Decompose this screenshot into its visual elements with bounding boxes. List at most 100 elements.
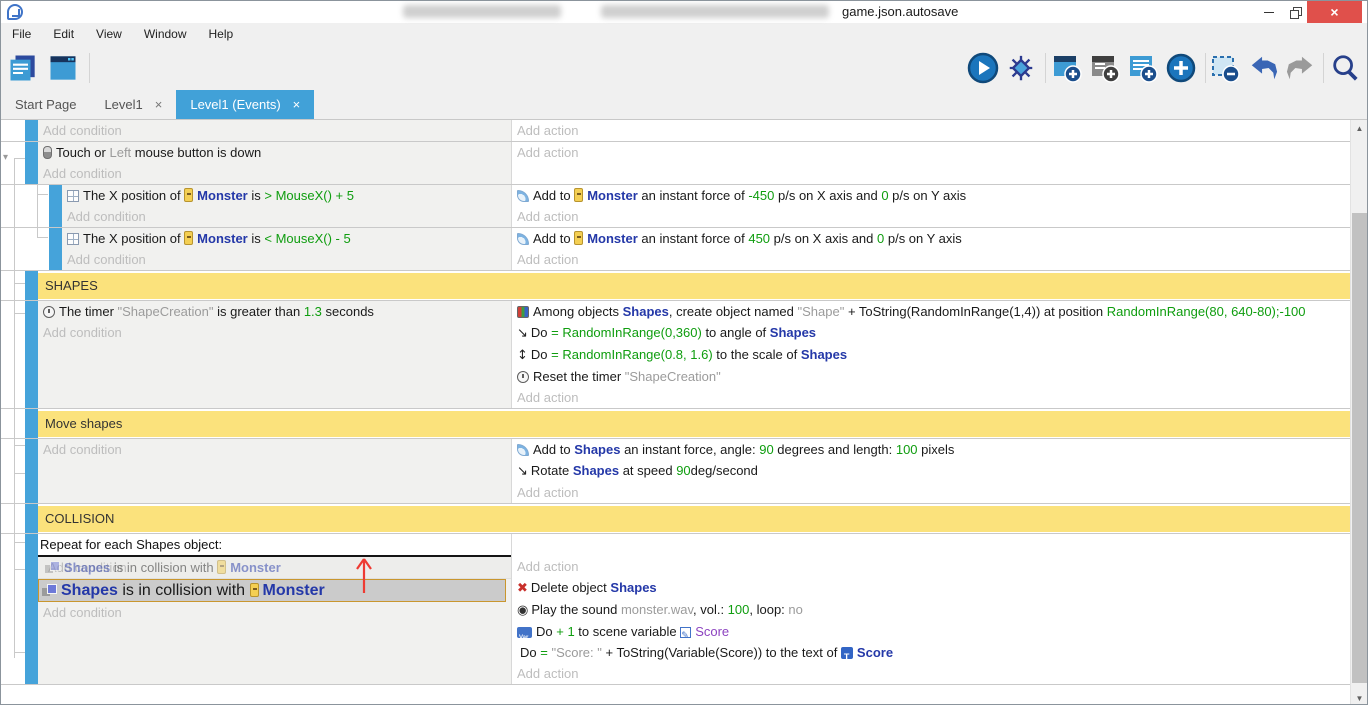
add-placeholder[interactable]: Add action: [512, 387, 1352, 408]
event-line[interactable]: ◉Play the sound monster.wav, vol.: 100, …: [512, 599, 1352, 621]
collapse-arrow-icon[interactable]: ▾: [3, 152, 8, 163]
add-placeholder[interactable]: Add action: [512, 120, 1352, 141]
event-line[interactable]: Do = "Score: " + ToString(Variable(Score…: [512, 642, 1352, 663]
event-selector-bar[interactable]: [25, 271, 38, 300]
minimize-button[interactable]: [1254, 1, 1284, 23]
event-text: p/s on Y axis: [889, 188, 967, 203]
event-line[interactable]: The X position of Monster is < MouseX() …: [62, 228, 511, 249]
start-page-window-icon[interactable]: [47, 52, 79, 84]
add-placeholder[interactable]: Add action: [512, 206, 1352, 227]
event-gutter: [1, 534, 25, 684]
add-placeholder[interactable]: Add condition: [38, 602, 511, 623]
add-other-event-icon[interactable]: [1165, 52, 1197, 84]
event-text: Touch or: [56, 145, 109, 160]
event-selector-bar[interactable]: [49, 185, 62, 227]
add-placeholder[interactable]: Add condition: [62, 206, 511, 227]
event-selector-bar[interactable]: [25, 504, 38, 533]
play-icon[interactable]: [967, 52, 999, 84]
event-line[interactable]: Touch or Left mouse button is down: [38, 142, 511, 163]
menu-view[interactable]: View: [85, 27, 133, 41]
conditions-cell: The X position of Monster is < MouseX() …: [62, 228, 512, 270]
close-button[interactable]: ×: [1307, 1, 1362, 23]
add-sub-event-icon[interactable]: [1089, 52, 1121, 84]
maximize-button[interactable]: [1284, 1, 1308, 23]
event-text: is greater than: [213, 304, 303, 319]
actions-cell: Add to Shapes an instant force, angle: 9…: [512, 439, 1352, 503]
event-line[interactable]: Add to Monster an instant force of 450 p…: [512, 228, 1352, 249]
add-placeholder[interactable]: Add condition: [38, 439, 511, 460]
tab-level1-events[interactable]: Level1 (Events) ×: [176, 90, 314, 119]
redo-icon[interactable]: [1285, 52, 1317, 84]
vertical-scrollbar[interactable]: ▲ ▼: [1350, 120, 1367, 705]
event-line[interactable]: The timer "ShapeCreation" is greater tha…: [38, 301, 511, 322]
event-line[interactable]: Among objects Shapes, create object name…: [512, 301, 1352, 322]
comment-label[interactable]: SHAPES: [38, 271, 1352, 300]
add-placeholder[interactable]: Add condition: [38, 322, 511, 343]
event-selector-bar[interactable]: [49, 228, 62, 270]
comment-label[interactable]: Move shapes: [38, 409, 1352, 438]
menu-window[interactable]: Window: [133, 27, 198, 41]
event-line[interactable]: ↕Do = RandomInRange(0.8, 1.6) to the sca…: [512, 344, 1352, 366]
menu-help[interactable]: Help: [198, 27, 245, 41]
add-placeholder[interactable]: Add action: [512, 142, 1352, 163]
event-row: The timer "ShapeCreation" is greater tha…: [1, 301, 1352, 409]
event-text: "ShapeCreation": [118, 304, 214, 319]
event-text: is in collision with: [110, 560, 217, 575]
event-line[interactable]: ↘Rotate Shapes at speed 90deg/second: [512, 460, 1352, 482]
tab-start-page[interactable]: Start Page: [1, 90, 90, 119]
selected-condition[interactable]: Shapes is in collision with Monster: [38, 579, 506, 602]
event-line[interactable]: Add to Shapes an instant force, angle: 9…: [512, 439, 1352, 460]
placeholder-text: Add action: [517, 145, 578, 160]
add-placeholder[interactable]: Add condition: [38, 120, 511, 141]
tab-close-icon[interactable]: ×: [155, 97, 163, 112]
event-selector-bar[interactable]: [25, 120, 38, 141]
event-text: degrees and length:: [774, 442, 896, 457]
event-selector-bar[interactable]: [25, 534, 38, 684]
event-text: "Score: ": [551, 645, 601, 660]
event-text: is in collision with: [118, 582, 250, 599]
foreach-header[interactable]: Repeat for each Shapes object:: [38, 534, 511, 557]
placeholder-text: Add condition: [43, 442, 122, 457]
undo-icon[interactable]: [1247, 52, 1279, 84]
event-selector-bar[interactable]: [25, 439, 38, 503]
menu-bar: File Edit View Window Help: [1, 23, 1367, 46]
tab-level1[interactable]: Level1 ×: [90, 90, 176, 119]
event-text: deg/second: [691, 463, 758, 478]
add-placeholder[interactable]: Add condition: [38, 163, 511, 184]
add-placeholder[interactable]: Add action: [512, 249, 1352, 270]
event-text: Monster: [263, 582, 325, 599]
scroll-down-icon[interactable]: ▼: [1351, 690, 1367, 705]
project-manager-icon[interactable]: [7, 52, 39, 84]
event-row: Add condition Add to Shapes an instant fo…: [1, 439, 1352, 504]
actions-cell: Add action✖Delete object Shapes◉Play the…: [512, 534, 1352, 684]
remove-event-icon[interactable]: [1209, 52, 1241, 84]
event-selector-bar[interactable]: [25, 409, 38, 438]
event-text: Monster: [197, 188, 248, 203]
conditions-cell: Add condition: [38, 439, 512, 503]
comment-label[interactable]: COLLISION: [38, 504, 1352, 533]
scroll-up-icon[interactable]: ▲: [1351, 120, 1367, 137]
event-line[interactable]: Do + 1 to scene variable Score: [512, 621, 1352, 642]
search-icon[interactable]: [1329, 52, 1361, 84]
add-event-icon[interactable]: [1051, 52, 1083, 84]
event-selector-bar[interactable]: [25, 301, 38, 408]
debug-icon[interactable]: [1005, 52, 1037, 84]
scrollbar-thumb[interactable]: [1352, 213, 1367, 683]
event-selector-bar[interactable]: [25, 142, 38, 184]
event-line[interactable]: ✖Delete object Shapes: [512, 577, 1352, 599]
event-line[interactable]: Add to Monster an instant force of -450 …: [512, 185, 1352, 206]
event-line[interactable]: The X position of Monster is > MouseX() …: [62, 185, 511, 206]
add-placeholder[interactable]: Add action: [512, 482, 1352, 503]
event-text: seconds: [322, 304, 374, 319]
tab-close-icon[interactable]: ×: [293, 97, 301, 112]
menu-edit[interactable]: Edit: [42, 27, 85, 41]
menu-file[interactable]: File: [1, 27, 42, 41]
event-line[interactable]: Reset the timer "ShapeCreation": [512, 366, 1352, 387]
add-placeholder[interactable]: Add action: [512, 663, 1352, 684]
conditions-cell: The X position of Monster is > MouseX() …: [62, 185, 512, 227]
add-placeholder[interactable]: Add condition: [62, 249, 511, 270]
add-placeholder[interactable]: Add action: [512, 556, 1352, 577]
add-comment-icon[interactable]: [1127, 52, 1159, 84]
window-title: game.json.autosave: [842, 4, 958, 19]
event-line[interactable]: ↘Do = RandomInRange(0,360) to angle of S…: [512, 322, 1352, 344]
